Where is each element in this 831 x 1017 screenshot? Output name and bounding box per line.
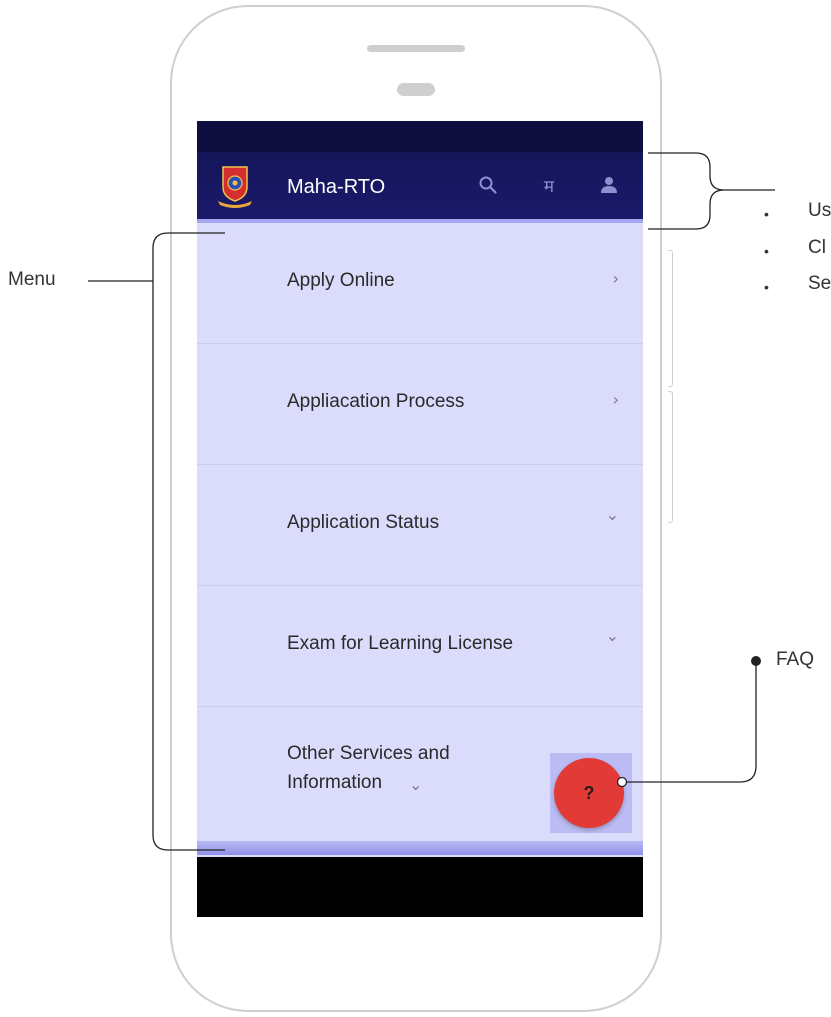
annotation-lines xyxy=(88,152,775,851)
bullet-dot: • xyxy=(764,243,769,259)
header-annotation-item: Us xyxy=(808,200,831,221)
bullet-dot: • xyxy=(764,279,769,295)
header-annotation-item: Se xyxy=(808,273,831,294)
menu-annotation: Menu xyxy=(8,269,56,290)
faq-annotation: FAQ xyxy=(776,649,815,670)
bullet-dot: • xyxy=(764,206,769,222)
header-annotation-item: Cl xyxy=(808,237,826,258)
